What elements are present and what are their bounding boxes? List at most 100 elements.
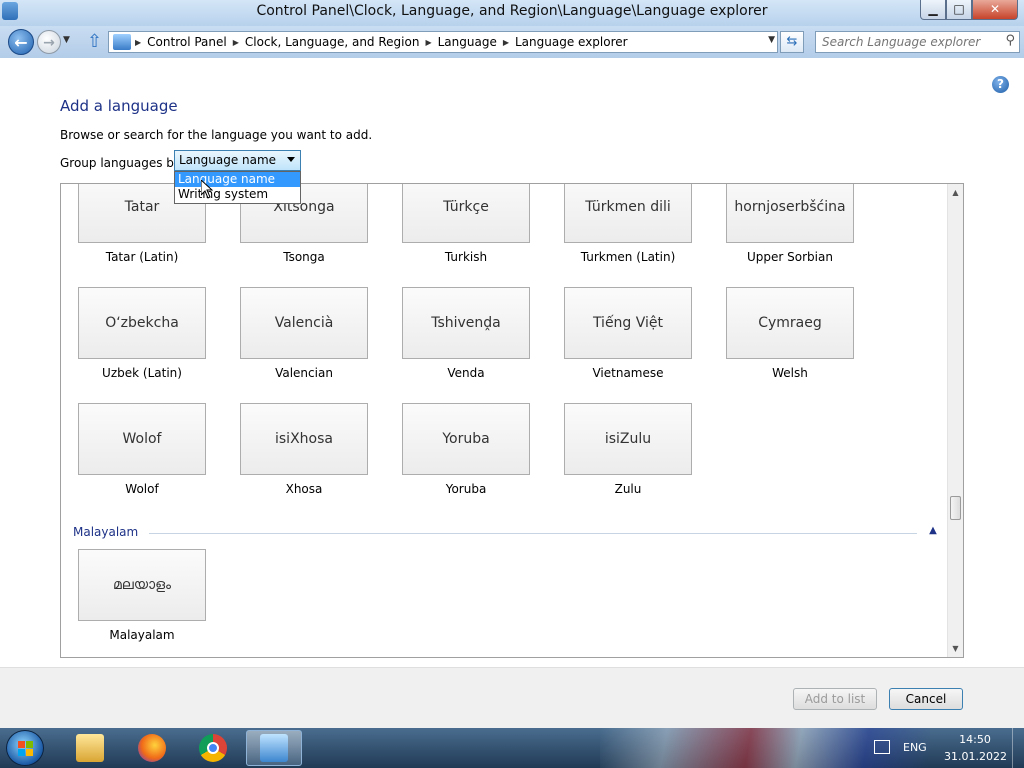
- help-icon[interactable]: ?: [992, 76, 1009, 93]
- cancel-button[interactable]: Cancel: [889, 688, 963, 710]
- dialog-footer: Add to list Cancel: [0, 667, 1024, 729]
- recent-pages-chevron-icon[interactable]: ▼: [63, 35, 70, 45]
- taskbar-explorer-button[interactable]: [62, 730, 118, 766]
- breadcrumb-clock-language-region[interactable]: Clock, Language, and Region: [245, 35, 420, 49]
- network-icon[interactable]: [874, 740, 890, 754]
- breadcrumb-separator-icon[interactable]: ▶: [135, 38, 141, 47]
- language-tile-zulu[interactable]: isiZulu Zulu: [564, 403, 692, 496]
- window-title: Control Panel\Clock, Language, and Regio…: [256, 3, 768, 19]
- language-tile-wolof[interactable]: Wolof Wolof: [78, 403, 206, 496]
- language-native-name: Yoruba: [402, 403, 530, 475]
- language-tile-upper-sorbian[interactable]: hornjoserbšćina Upper Sorbian: [726, 184, 854, 264]
- page-title: Add a language: [60, 97, 178, 115]
- search-icon[interactable]: ⚲: [1005, 33, 1015, 48]
- group-header-malayalam[interactable]: Malayalam ▲: [73, 525, 941, 543]
- input-language-indicator[interactable]: ENG: [903, 741, 927, 754]
- add-to-list-button[interactable]: Add to list: [793, 688, 877, 710]
- language-native-name: Cymraeg: [726, 287, 854, 359]
- breadcrumb-separator-icon[interactable]: ▶: [425, 38, 431, 47]
- language-row: മലയാളം Malayalam: [61, 549, 949, 657]
- language-native-name: Tshivenḓa: [402, 287, 530, 359]
- scrollbar-thumb[interactable]: [950, 496, 961, 520]
- language-english-name: Welsh: [772, 366, 808, 380]
- language-english-name: Tatar (Latin): [105, 250, 179, 264]
- refresh-button[interactable]: ⇆: [780, 31, 804, 53]
- language-english-name: Wolof: [125, 482, 159, 496]
- group-by-select[interactable]: Language name: [174, 150, 301, 171]
- control-panel-icon: [260, 734, 288, 762]
- group-by-label: Group languages by:: [60, 156, 185, 170]
- navigation-bar: ← → ▼ ⇧ ▶ Control Panel ▶ Clock, Languag…: [0, 26, 1024, 58]
- group-by-option-language-name[interactable]: Language name: [175, 172, 300, 187]
- firefox-icon: [138, 734, 166, 762]
- scroll-down-arrow-icon[interactable]: ▼: [948, 640, 963, 657]
- maximize-button[interactable]: □: [946, 0, 972, 20]
- address-bar[interactable]: ▶ Control Panel ▶ Clock, Language, and R…: [108, 31, 778, 53]
- group-header-divider: [149, 533, 917, 534]
- instructions-text: Browse or search for the language you wa…: [60, 128, 373, 142]
- language-tile-valencian[interactable]: Valencià Valencian: [240, 287, 368, 380]
- group-by-selected-value: Language name: [179, 153, 277, 167]
- language-english-name: Xhosa: [285, 482, 323, 496]
- taskbar-firefox-button[interactable]: [124, 730, 180, 766]
- title-bar: Control Panel\Clock, Language, and Regio…: [0, 0, 1024, 26]
- vertical-scrollbar[interactable]: ▲ ▼: [947, 184, 963, 657]
- search-input[interactable]: [816, 32, 996, 52]
- language-english-name: Vietnamese: [592, 366, 664, 380]
- minimize-button[interactable]: ▁: [920, 0, 946, 20]
- taskbar: ENG 14:50 31.01.2022: [0, 728, 1024, 768]
- language-row: Wolof Wolof isiXhosa Xhosa Yoruba Yoruba…: [61, 403, 949, 519]
- up-arrow-icon[interactable]: ⇧: [87, 31, 102, 52]
- forward-button[interactable]: →: [37, 30, 61, 54]
- window-controls: ▁ □ ✕: [920, 0, 1018, 20]
- breadcrumb-language[interactable]: Language: [438, 35, 497, 49]
- folder-icon: [76, 734, 104, 762]
- taskbar-chrome-button[interactable]: [185, 730, 241, 766]
- taskbar-control-panel-button[interactable]: [246, 730, 302, 766]
- breadcrumb-control-panel[interactable]: Control Panel: [147, 35, 227, 49]
- language-english-name: Valencian: [275, 366, 333, 380]
- language-native-name: Valencià: [240, 287, 368, 359]
- language-tile-yoruba[interactable]: Yoruba Yoruba: [402, 403, 530, 496]
- language-tile-uzbek[interactable]: O‘zbekcha Uzbek (Latin): [78, 287, 206, 380]
- language-english-name: Venda: [447, 366, 485, 380]
- chevron-down-icon[interactable]: [287, 157, 295, 162]
- breadcrumb-language-explorer[interactable]: Language explorer: [515, 35, 628, 49]
- search-box: ⚲: [815, 31, 1020, 53]
- back-button[interactable]: ←: [8, 29, 34, 55]
- language-tile-venda[interactable]: Tshivenḓa Venda: [402, 287, 530, 380]
- close-button[interactable]: ✕: [972, 0, 1018, 20]
- language-list: Tatar Tatar (Latin) Xitsonga Tsonga Türk…: [60, 183, 964, 658]
- windows-logo-icon: [18, 741, 34, 757]
- clock-time[interactable]: 14:50: [944, 733, 1006, 746]
- language-list-content: Tatar Tatar (Latin) Xitsonga Tsonga Türk…: [61, 184, 949, 642]
- language-english-name: Malayalam: [109, 628, 175, 642]
- collapse-chevron-up-icon[interactable]: ▲: [925, 525, 941, 536]
- language-english-name: Turkish: [444, 250, 488, 264]
- show-desktop-button[interactable]: [1012, 728, 1024, 768]
- language-tile-turkmen[interactable]: Türkmen dili Turkmen (Latin): [564, 184, 692, 264]
- language-tile-malayalam[interactable]: മലയാളം Malayalam: [78, 549, 206, 642]
- language-native-name: O‘zbekcha: [78, 287, 206, 359]
- language-english-name: Zulu: [614, 482, 642, 496]
- control-panel-icon: [113, 34, 131, 50]
- language-tile-xhosa[interactable]: isiXhosa Xhosa: [240, 403, 368, 496]
- scroll-up-arrow-icon[interactable]: ▲: [948, 184, 963, 201]
- breadcrumb-separator-icon[interactable]: ▶: [503, 38, 509, 47]
- address-dropdown-icon[interactable]: ▼: [768, 35, 775, 45]
- clock-date[interactable]: 31.01.2022: [944, 750, 1007, 763]
- language-english-name: Upper Sorbian: [747, 250, 833, 264]
- language-native-name: isiXhosa: [240, 403, 368, 475]
- language-native-name: Türkmen dili: [564, 184, 692, 243]
- language-row: O‘zbekcha Uzbek (Latin) Valencià Valenci…: [61, 287, 949, 403]
- start-button[interactable]: [6, 730, 44, 766]
- group-by-options-list: Language name Writing system: [174, 171, 301, 204]
- group-by-option-writing-system[interactable]: Writing system: [175, 187, 300, 202]
- breadcrumb-separator-icon[interactable]: ▶: [233, 38, 239, 47]
- language-native-name: Wolof: [78, 403, 206, 475]
- language-native-name: isiZulu: [564, 403, 692, 475]
- language-tile-welsh[interactable]: Cymraeg Welsh: [726, 287, 854, 380]
- language-tile-vietnamese[interactable]: Tiếng Việt Vietnamese: [564, 287, 692, 380]
- language-tile-turkish[interactable]: Türkçe Turkish: [402, 184, 530, 264]
- language-native-name: Türkçe: [402, 184, 530, 243]
